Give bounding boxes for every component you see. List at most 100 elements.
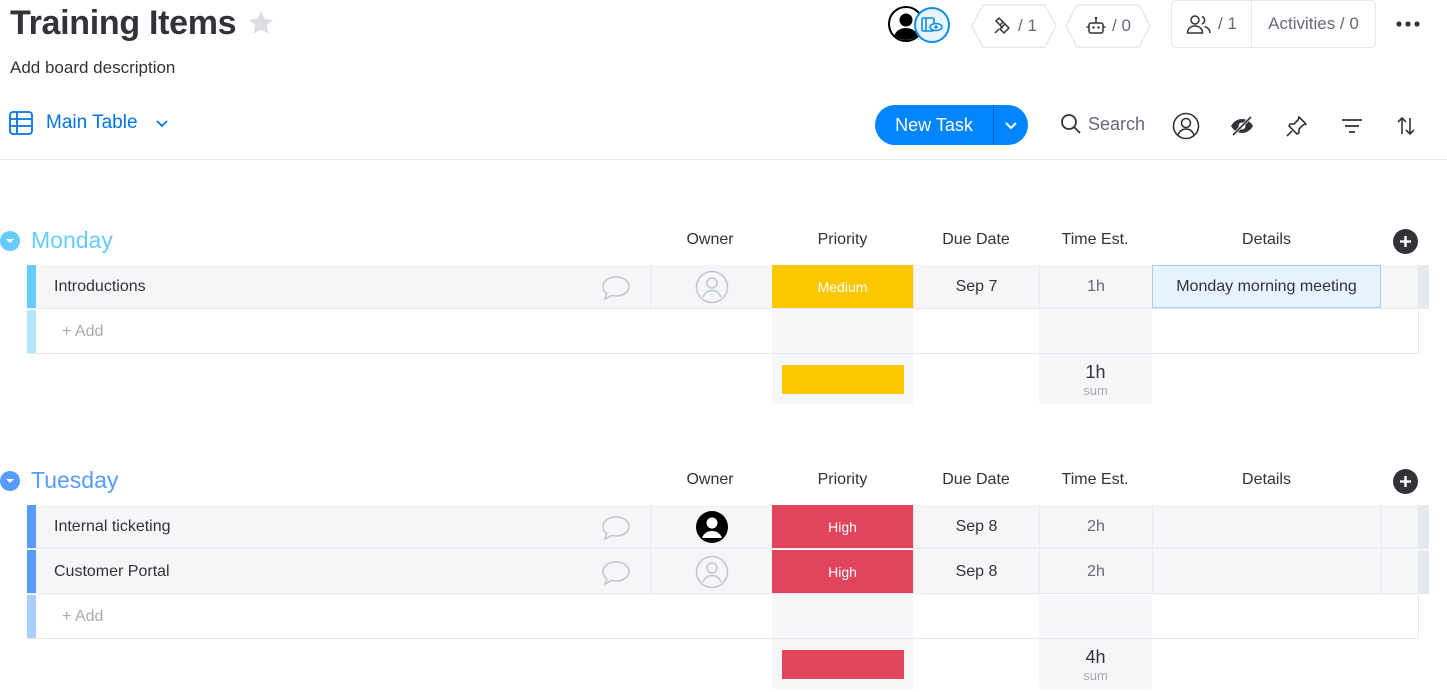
toolbar-divider xyxy=(0,159,1447,160)
comment-icon[interactable] xyxy=(600,514,632,542)
comment-icon[interactable] xyxy=(600,559,632,587)
owner-cell[interactable] xyxy=(650,550,772,593)
item-name[interactable]: Internal ticketing xyxy=(54,518,171,536)
new-task-button[interactable]: New Task xyxy=(875,105,1028,145)
details-cell[interactable] xyxy=(1152,505,1381,548)
empty-avatar-icon xyxy=(695,555,728,588)
search-label: Search xyxy=(1088,113,1146,134)
board-view-icon xyxy=(914,7,950,43)
priority-summary-bar xyxy=(782,365,904,394)
priority-status[interactable]: High xyxy=(772,550,913,593)
table-row[interactable]: Introductions Medium Sep 7 1h Monday mor… xyxy=(27,265,1429,309)
details-cell[interactable] xyxy=(1152,550,1381,593)
column-header-owner[interactable]: Owner xyxy=(650,231,770,249)
chevron-down-icon xyxy=(1005,122,1017,130)
table-row[interactable]: Customer Portal High Sep 8 2h xyxy=(27,550,1429,594)
star-icon[interactable] xyxy=(246,8,276,38)
chevron-down-icon xyxy=(155,120,168,128)
search-button[interactable]: Search xyxy=(1060,113,1145,135)
column-header-due-date[interactable]: Due Date xyxy=(914,231,1038,249)
priority-summary xyxy=(772,354,913,404)
time-est-cell[interactable]: 2h xyxy=(1039,505,1152,548)
group-header-tuesday: Tuesday xyxy=(0,467,118,494)
priority-summary xyxy=(772,639,913,689)
hide-columns-button[interactable] xyxy=(1228,112,1256,140)
time-sum-label: sum xyxy=(1083,383,1108,398)
item-name[interactable]: Introductions xyxy=(54,278,146,296)
view-selector[interactable]: Main Table xyxy=(8,110,172,136)
board-description[interactable]: Add board description xyxy=(10,58,175,78)
person-icon xyxy=(1172,112,1200,140)
members-count: / 1 xyxy=(1218,14,1237,33)
board-subscribers[interactable] xyxy=(888,6,954,44)
table-icon xyxy=(9,111,33,135)
priority-summary-bar xyxy=(782,650,904,679)
board-title[interactable]: Training Items xyxy=(10,4,237,43)
filter-button[interactable] xyxy=(1338,112,1366,140)
add-item-row[interactable]: + Add xyxy=(27,310,1419,354)
column-header-time-est[interactable]: Time Est. xyxy=(1039,231,1151,249)
time-sum: 1h sum xyxy=(1039,354,1152,404)
add-column-button[interactable] xyxy=(1393,469,1418,494)
column-header-details[interactable]: Details xyxy=(1152,231,1381,249)
column-header-details[interactable]: Details xyxy=(1152,471,1381,489)
add-item-label[interactable]: + Add xyxy=(62,608,103,626)
empty-avatar-icon xyxy=(695,270,728,303)
comment-icon[interactable] xyxy=(600,274,632,302)
due-date-cell[interactable]: Sep 8 xyxy=(913,550,1039,593)
priority-status[interactable]: High xyxy=(772,505,913,548)
members-button[interactable]: / 1 xyxy=(1172,1,1252,47)
group-toggle-icon[interactable] xyxy=(0,230,20,251)
new-task-dropdown[interactable] xyxy=(994,116,1028,134)
item-name[interactable]: Customer Portal xyxy=(54,563,170,581)
sort-icon xyxy=(1397,116,1415,136)
owner-cell[interactable] xyxy=(650,505,772,548)
automations-count: / 0 xyxy=(1112,16,1131,35)
column-header-due-date[interactable]: Due Date xyxy=(914,471,1038,489)
search-icon xyxy=(1061,114,1081,134)
column-header-time-est[interactable]: Time Est. xyxy=(1039,471,1151,489)
view-label: Main Table xyxy=(46,112,138,133)
new-task-label: New Task xyxy=(895,114,973,135)
priority-status[interactable]: Medium xyxy=(772,265,913,308)
people-icon xyxy=(1186,15,1211,34)
person-filter-button[interactable] xyxy=(1172,112,1200,140)
plus-icon xyxy=(1400,236,1411,247)
column-header-priority[interactable]: Priority xyxy=(772,231,913,249)
time-est-cell[interactable]: 2h xyxy=(1039,550,1152,593)
group-toggle-icon[interactable] xyxy=(0,470,20,491)
members-activity-box: / 1 Activities / 0 xyxy=(1171,0,1376,48)
time-sum-value: 4h xyxy=(1085,647,1106,667)
time-sum: 4h sum xyxy=(1039,639,1152,689)
more-options-icon[interactable] xyxy=(1394,12,1422,36)
time-est-cell[interactable]: 1h xyxy=(1039,265,1152,308)
plus-icon xyxy=(1400,476,1411,487)
group-color-bar xyxy=(27,505,36,548)
group-color-bar xyxy=(27,550,36,593)
integrations-icon xyxy=(994,17,1010,34)
add-item-row[interactable]: + Add xyxy=(27,595,1419,639)
sort-button[interactable] xyxy=(1392,112,1420,140)
table-row[interactable]: Internal ticketing High Sep 8 2h xyxy=(27,505,1429,549)
pin-button[interactable] xyxy=(1283,112,1311,140)
automations-button[interactable]: / 0 xyxy=(1065,4,1151,48)
add-item-label[interactable]: + Add xyxy=(62,323,103,341)
due-date-cell[interactable]: Sep 8 xyxy=(913,505,1039,548)
user-avatar-icon xyxy=(695,510,728,543)
integrations-button[interactable]: / 1 xyxy=(971,4,1057,48)
group-header-monday: Monday xyxy=(0,227,113,254)
details-cell[interactable]: Monday morning meeting xyxy=(1152,265,1381,308)
add-column-button[interactable] xyxy=(1393,229,1418,254)
time-sum-label: sum xyxy=(1083,668,1108,683)
column-header-owner[interactable]: Owner xyxy=(650,471,770,489)
integrations-count: / 1 xyxy=(1018,16,1037,35)
time-sum-value: 1h xyxy=(1085,362,1106,382)
owner-cell[interactable] xyxy=(650,265,772,308)
filter-icon xyxy=(1342,119,1362,133)
group-name[interactable]: Tuesday xyxy=(31,467,118,494)
column-header-priority[interactable]: Priority xyxy=(772,471,913,489)
group-name[interactable]: Monday xyxy=(31,227,113,254)
eye-off-icon xyxy=(1231,115,1253,137)
due-date-cell[interactable]: Sep 7 xyxy=(913,265,1039,308)
activities-button[interactable]: Activities / 0 xyxy=(1252,14,1375,34)
